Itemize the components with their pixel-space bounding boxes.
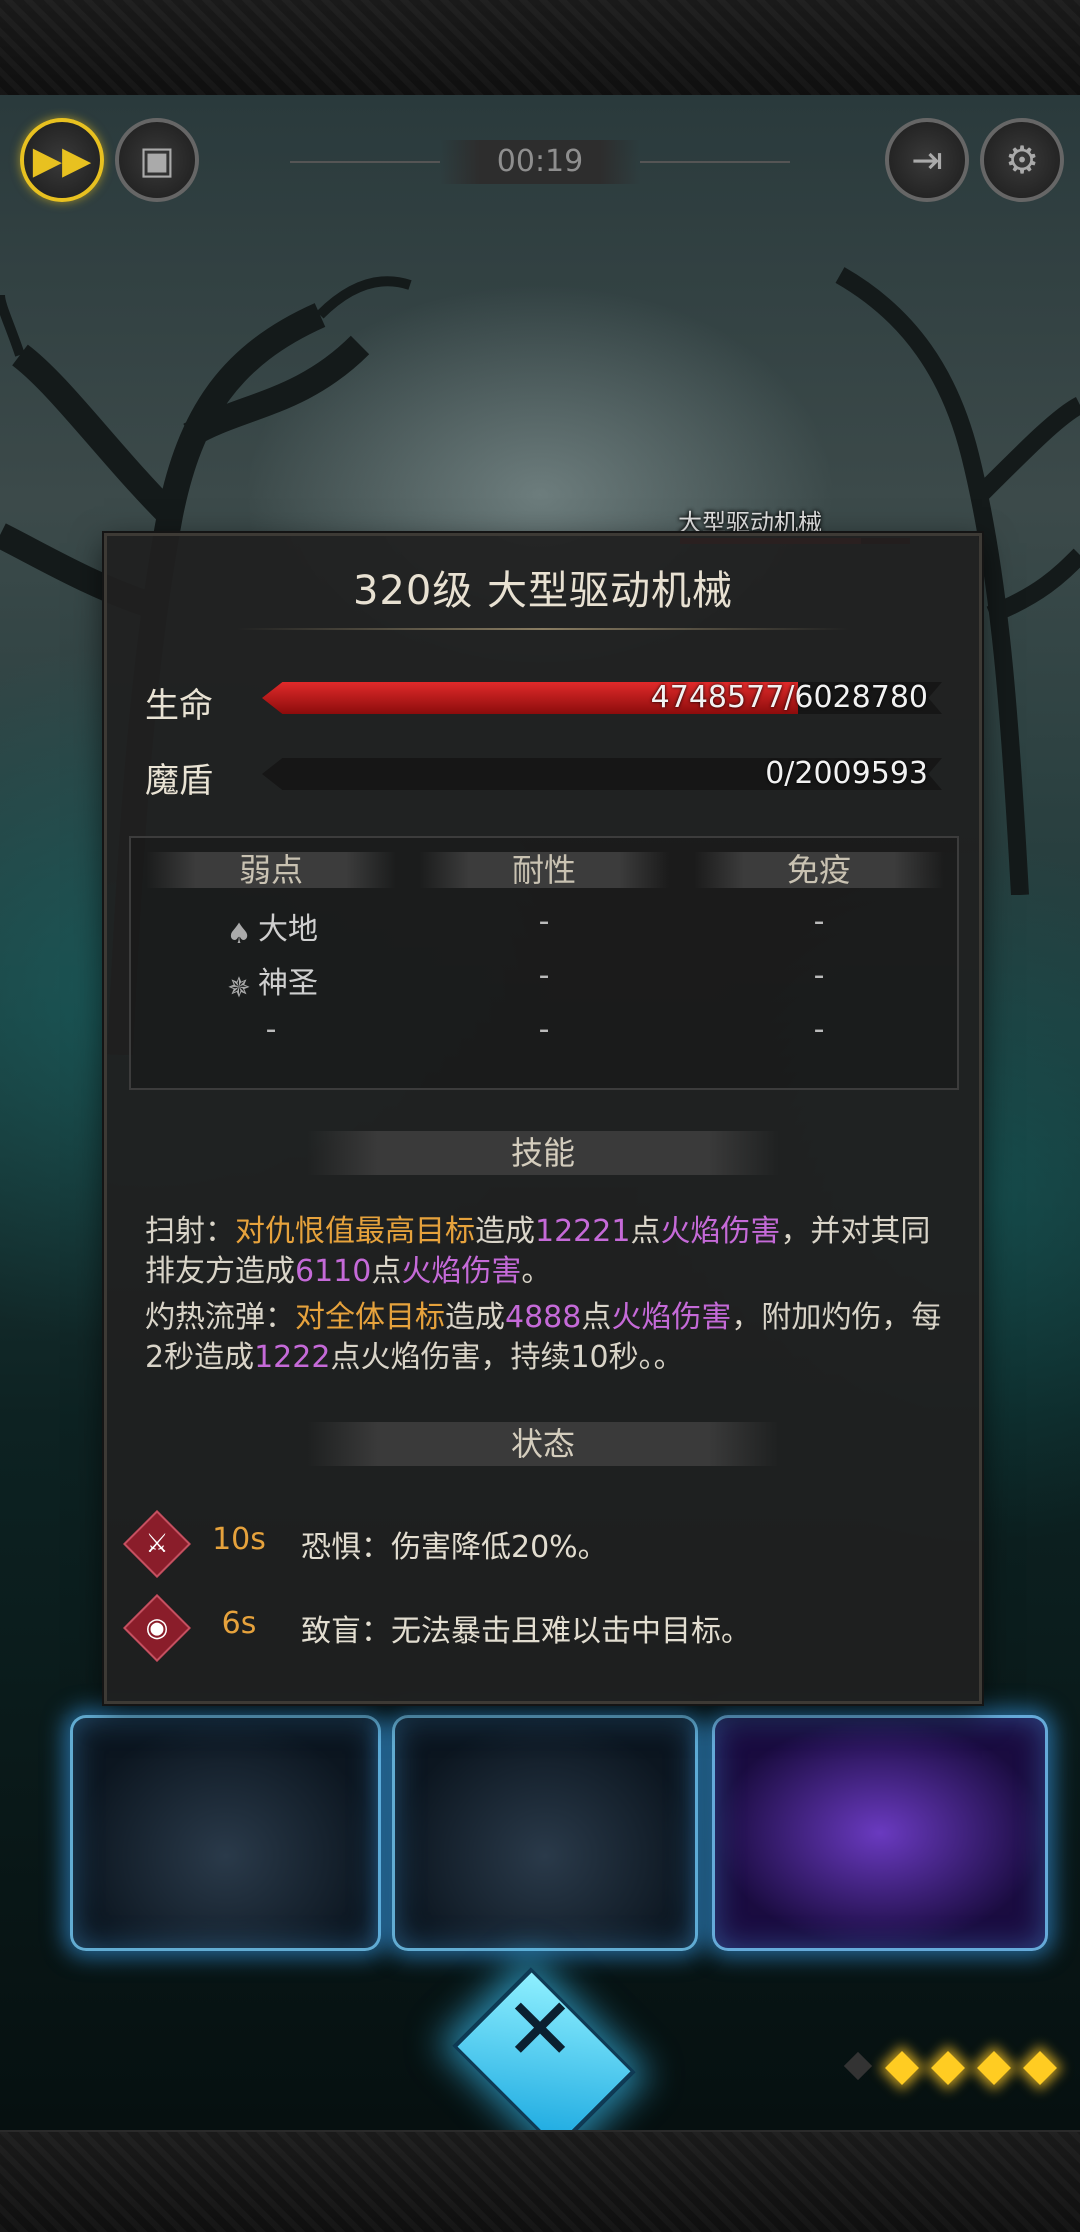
skill-text: 。 [521,1254,552,1289]
skill-target: 对全体目标 [295,1300,445,1335]
timer-ornament-right [640,161,790,163]
skill-damage-type: 火焰伤害 [401,1254,522,1289]
skill-text: 点火焰伤害，持续10秒。。 [330,1340,684,1375]
earth-element-icon: ♠ [226,917,252,950]
skills-header: 技能 [307,1131,779,1175]
turn-dot [1023,2051,1057,2085]
crossed-swords-icon: ✕ [503,1980,577,2080]
settings-button[interactable]: ⚙ [980,118,1064,202]
weakness-cell-2: ✵ 神圣 [146,958,396,1003]
weakness-earth-label: 大地 [258,912,318,947]
skill-damage-value: 1222 [254,1340,331,1375]
shield-label: 魔盾 [145,761,213,801]
immunity-cell-1: - [813,904,825,939]
skill-damage-value: 6110 [295,1254,372,1289]
auto-battle-button[interactable]: ▣ [115,118,199,202]
resistance-table: 弱点 耐性 免疫 ♠ 大地 - - ✵ 神圣 - - - - - [129,836,959,1090]
blind-eye-icon: ◉ [145,1613,169,1643]
immunity-cell-2: - [813,958,825,993]
resistance-cell-2: - [538,958,550,993]
turn-dot [977,2051,1011,2085]
shield-value: 0/2009593 [765,756,928,791]
skill-name: 灼热流弹： [145,1300,295,1335]
turn-dot [843,2051,873,2081]
weakness-header: 弱点 [146,852,396,888]
skill-scorching-shot: 灼热流弹：对全体目标造成4888点火焰伤害，附加灼伤，每2秒造成1222点火焰伤… [145,1298,955,1378]
skill-text: 造成 [445,1300,505,1335]
fast-forward-icon: ▶▶ [32,138,92,182]
title-divider [237,628,849,630]
skill-damage-type: 火焰伤害 [660,1214,781,1249]
fast-forward-button[interactable]: ▶▶ [20,118,104,202]
hp-label: 生命 [145,686,213,726]
auto-battle-icon: ▣ [139,138,175,182]
weakness-holy-label: 神圣 [258,966,318,1001]
skill-text: 造成 [475,1214,535,1249]
resistance-cell-1: - [538,904,550,939]
exit-icon: ⇥ [911,138,943,182]
turn-indicator [843,2051,1057,2085]
skill-target: 对仇恨值最高目标 [235,1214,475,1249]
skill-damage-value: 12221 [535,1214,631,1249]
skill-text: 点 [630,1214,661,1249]
hero-card-2[interactable] [392,1715,698,1951]
skill-text: 点 [581,1300,612,1335]
turn-dot [885,2051,919,2085]
battle-timer: 00:19 [440,140,640,184]
enemy-info-panel: 320级 大型驱动机械 生命 4748577/6028780 魔盾 0/2009… [104,533,982,1704]
status-description: 致盲：无法暴击且难以击中目标。 [301,1614,751,1649]
gear-icon: ⚙ [1004,138,1040,182]
status-duration: 10s [212,1522,266,1557]
hero-card-3[interactable] [712,1715,1048,1951]
status-duration: 6s [221,1606,257,1641]
holy-element-icon: ✵ [227,971,251,1004]
immunity-cell-3: - [813,1012,825,1047]
resistance-header: 耐性 [419,852,669,888]
shield-bar: 0/2009593 [262,758,942,790]
weakness-cell-1: ♠ 大地 [146,904,396,949]
status-row-blind: ◉ 6s 致盲：无法暴击且难以击中目标。 [123,1594,949,1662]
status-description: 恐惧：伤害降低20%。 [301,1530,608,1565]
hp-bar: 4748577/6028780 [262,682,942,714]
timer-ornament-left [290,161,440,163]
weakness-cell-3: - [265,1012,277,1047]
status-row-fear: ⚔ 10s 恐惧：伤害降低20%。 [123,1510,949,1578]
fear-icon: ⚔ [145,1529,169,1559]
skill-name: 扫射： [145,1214,235,1249]
turn-dot [931,2051,965,2085]
skill-text: 点 [371,1254,402,1289]
immunity-header: 免疫 [694,852,944,888]
panel-title: 320级 大型驱动机械 [352,568,734,614]
bottom-ornament-bar [0,2130,1080,2232]
hero-card-1[interactable] [70,1715,381,1951]
skill-damage-value: 4888 [505,1300,582,1335]
skill-strafe: 扫射：对仇恨值最高目标造成12221点火焰伤害，并对其同排友方造成6110点火焰… [145,1212,955,1292]
hp-value: 4748577/6028780 [650,680,928,715]
top-ornament-bar [0,0,1080,97]
skill-damage-type: 火焰伤害 [611,1300,732,1335]
status-header: 状态 [307,1422,779,1466]
exit-button[interactable]: ⇥ [885,118,969,202]
resistance-cell-3: - [538,1012,550,1047]
